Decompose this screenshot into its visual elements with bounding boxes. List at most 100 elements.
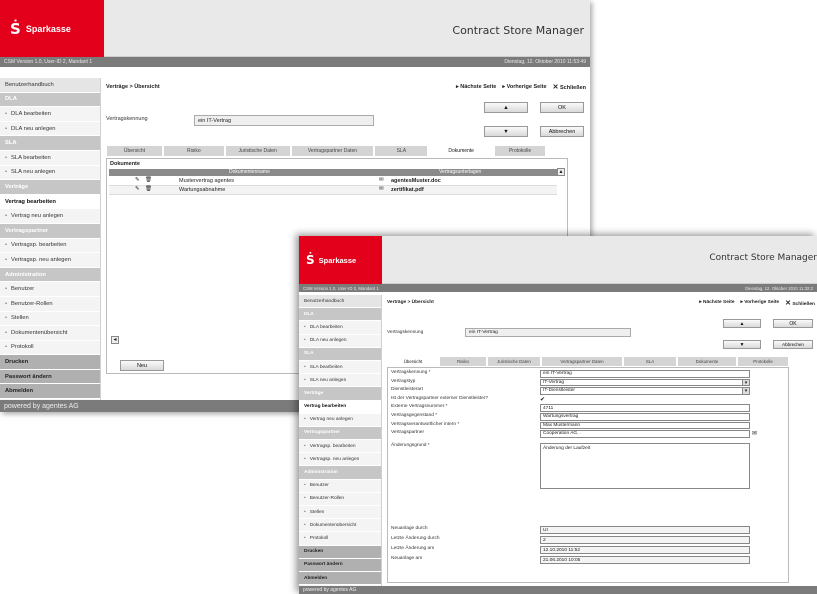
sidebar-item-sla-bearbeiten[interactable]: SLA bearbeiten — [299, 361, 381, 375]
sidebar-item-administration[interactable]: Administration — [299, 466, 381, 480]
sidebar-item-stellen[interactable]: Stellen — [0, 312, 100, 327]
sidebar-item-dla-neu-anlegen[interactable]: DLA neu anlegen — [0, 122, 100, 137]
sidebar-item-passwort-andern[interactable]: Passwort ändern — [0, 369, 100, 385]
sidebar-item-drucken[interactable]: Drucken — [0, 355, 100, 370]
sidebar-item-benutzer[interactable]: Benutzer — [299, 480, 381, 493]
sidebar-item-sla[interactable]: SLA — [299, 347, 381, 361]
tab-vertragspartner-daten[interactable]: Vertragspartner Daten — [290, 145, 375, 157]
tab-protokolle[interactable]: Protokolle — [737, 356, 789, 367]
sidebar-item-benutzer[interactable]: Benutzer — [0, 282, 100, 297]
form-field-vertragsgegenstand[interactable]: Wartungsvertrag — [540, 413, 750, 421]
cancel-button[interactable]: Abbrechen — [773, 340, 813, 349]
scroll-up-icon[interactable]: ▴ — [557, 168, 565, 176]
sidebar-item-vertragsp-bearbeiten[interactable]: Vertragsp. bearbeiten — [299, 440, 381, 454]
sidebar-item-protokoll[interactable]: Protokoll — [0, 341, 100, 356]
tab-ubersicht[interactable]: Übersicht — [387, 356, 439, 367]
tab-protokolle[interactable]: Protokolle — [494, 145, 546, 157]
sidebar-item-vertrag-neu-anlegen[interactable]: Vertrag neu anlegen — [0, 209, 100, 224]
sidebar-item-dla-neu-anlegen[interactable]: DLA neu anlegen — [299, 335, 381, 348]
sidebar-item-vertragsp-neu-anlegen[interactable]: Vertragsp. neu anlegen — [0, 253, 100, 268]
toolbar: Verträge > Übersicht ▸ Nächste Seite ▸ V… — [106, 82, 586, 92]
sidebar-item-abmelden[interactable]: Abmelden — [0, 384, 100, 400]
reason-textarea[interactable]: Änderung der Laufzeit — [540, 442, 750, 489]
sidebar-item-vertrag-neu-anlegen[interactable]: Vertrag neu anlegen — [299, 414, 381, 427]
sidebar-item-label: Benutzer — [11, 286, 35, 293]
sidebar-item-vertragsp-neu-anlegen[interactable]: Vertragsp. neu anlegen — [299, 453, 381, 467]
sidebar-item-vertragspartner[interactable]: Vertragspartner — [299, 426, 381, 441]
down-button[interactable]: ▼ — [484, 126, 528, 137]
tab-vertragspartner-daten[interactable]: Vertragspartner Daten — [541, 356, 623, 367]
tab-juristische-daten[interactable]: Juristische Daten — [224, 145, 291, 157]
sidebar-item-vertrage[interactable]: Verträge — [0, 180, 100, 195]
sidebar-item-sla-neu-anlegen[interactable]: SLA neu anlegen — [0, 166, 100, 181]
sidebar-item-dla-bearbeiten[interactable]: DLA bearbeiten — [0, 107, 100, 122]
contract-id-field[interactable]: ein IT-Vertrag — [465, 328, 631, 337]
tab-sla[interactable]: SLA — [374, 145, 429, 157]
sidebar-item-vertrag-bearbeiten[interactable]: Vertrag bearbeiten — [299, 400, 381, 414]
sidebar-item-dla-bearbeiten[interactable]: DLA bearbeiten — [299, 321, 381, 335]
form-field-vertragskennung[interactable]: ein IT-Vertrag — [540, 370, 750, 378]
prev-page-link[interactable]: ▸ Vorherige Seite — [502, 84, 546, 90]
edit-icon[interactable]: ✎ — [135, 177, 140, 183]
sidebar-item-vertragspartner[interactable]: Vertragspartner — [0, 223, 100, 239]
delete-icon[interactable]: 🗑 — [145, 186, 152, 192]
tab-dokumente[interactable]: Dokumente — [677, 356, 737, 367]
sidebar-item-benutzerhandbuch[interactable]: Benutzerhandbuch — [0, 78, 100, 93]
sidebar-item-protokoll[interactable]: Protokoll — [299, 532, 381, 546]
sidebar-item-benutzer-rollen[interactable]: Benutzer-Rollen — [299, 493, 381, 506]
cancel-button[interactable]: Abbrechen — [540, 126, 584, 137]
up-button[interactable]: ▲ — [484, 102, 528, 113]
sidebar-item-benutzer-rollen[interactable]: Benutzer-Rollen — [0, 297, 100, 312]
next-page-link[interactable]: ▸ Nächste Seite — [456, 84, 496, 90]
footer: powered by agentes AG — [299, 586, 817, 594]
tab-ubersicht[interactable]: Übersicht — [106, 145, 163, 157]
sidebar-item-dokumentenubersicht[interactable]: Dokumentenübersicht — [299, 519, 381, 533]
contract-id-label: Vertragskennung — [106, 116, 148, 122]
ok-button[interactable]: OK — [773, 319, 813, 328]
tab-risiko[interactable]: Risiko — [162, 145, 225, 157]
scroll-left-icon[interactable]: ◂ — [111, 336, 119, 344]
sidebar-item-sla-neu-anlegen[interactable]: SLA neu anlegen — [299, 374, 381, 388]
sidebar-item-sla[interactable]: SLA — [0, 136, 100, 151]
sidebar-item-vertrag-bearbeiten[interactable]: Vertrag bearbeiten — [0, 194, 100, 210]
form-field-vertragstyp[interactable]: IT-Vertrag — [540, 378, 750, 387]
edit-icon[interactable]: ✎ — [135, 186, 140, 192]
sidebar-item-sla-bearbeiten[interactable]: SLA bearbeiten — [0, 151, 100, 166]
form-field-dienstleisterart[interactable]: IT-Dienstleister — [540, 387, 750, 395]
tab-risiko[interactable]: Risiko — [439, 356, 487, 367]
sidebar-item-benutzerhandbuch[interactable]: Benutzerhandbuch — [299, 295, 381, 309]
close-link[interactable]: ✕ Schließen — [553, 83, 586, 91]
tab-juristische-daten[interactable]: Juristische Daten — [487, 356, 541, 367]
sidebar-item-drucken[interactable]: Drucken — [299, 545, 381, 559]
up-button[interactable]: ▲ — [723, 319, 761, 328]
form-field-vertragspartner[interactable]: Cooperation AG, . — [540, 430, 750, 438]
down-button[interactable]: ▼ — [723, 340, 761, 349]
sidebar-item-dla[interactable]: DLA — [0, 92, 100, 108]
sidebar-item-administration[interactable]: Administration — [0, 267, 100, 283]
sidebar-item-abmelden[interactable]: Abmelden — [299, 571, 381, 586]
tab-dokumente[interactable]: Dokumente — [428, 145, 495, 157]
sidebar-item-dla[interactable]: DLA — [299, 308, 381, 322]
next-page-link[interactable]: ▸ Nächste Seite — [699, 300, 734, 305]
sidebar-item-stellen[interactable]: Stellen — [299, 506, 381, 520]
picker-icon[interactable]: ✉ — [752, 430, 757, 437]
contract-id-field[interactable]: ein IT-Vertrag — [194, 115, 374, 126]
doc-file-link[interactable]: zertifikat.pdf — [391, 187, 424, 193]
form-field-vertragsverantwortlicher-intern[interactable]: Max Mustermann — [540, 421, 750, 430]
new-button[interactable]: Neu — [120, 360, 164, 371]
ok-button[interactable]: OK — [540, 102, 584, 113]
meta-value-neuanlage-durch: UI — [540, 526, 750, 534]
prev-page-link[interactable]: ▸ Vorherige Seite — [741, 300, 780, 305]
tab-sla[interactable]: SLA — [623, 356, 677, 367]
sidebar-item-vertrage[interactable]: Verträge — [299, 387, 381, 401]
close-link[interactable]: ✕ Schließen — [785, 299, 815, 307]
form-field-externe-vertragsnummer[interactable]: 4711 — [540, 404, 750, 412]
sidebar-item-dokumentenubersicht[interactable]: Dokumentenübersicht — [0, 326, 100, 341]
doc-file-link[interactable]: agentesMuster.doc — [391, 178, 441, 184]
sidebar-item-vertragsp-bearbeiten[interactable]: Vertragsp. bearbeiten — [0, 239, 100, 254]
sidebar-item-passwort-andern[interactable]: Passwort ändern — [299, 558, 381, 572]
sidebar-item-label: SLA bearbeiten — [11, 154, 51, 161]
delete-icon[interactable]: 🗑 — [145, 177, 152, 183]
form-field-ist-der-vertragspartner-externer-dienstleister[interactable]: ✔ — [540, 395, 547, 404]
sidebar-item-label: SLA neu anlegen — [309, 377, 347, 383]
